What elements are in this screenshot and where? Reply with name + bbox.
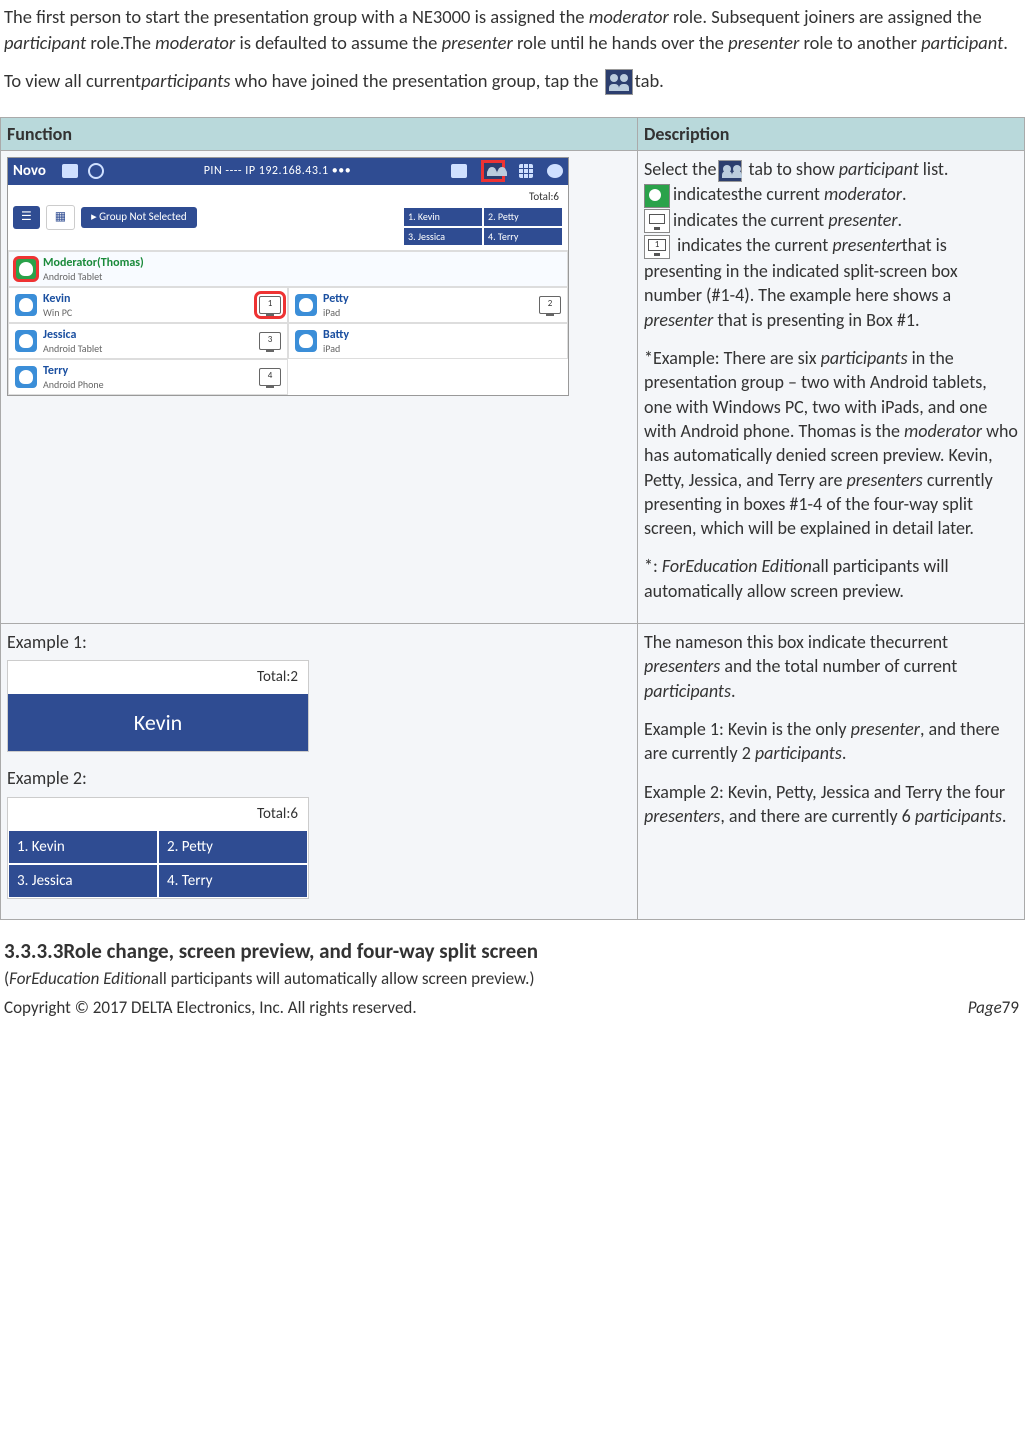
user-icon: [295, 294, 317, 316]
quad-cell-4: 4. Terry: [158, 864, 308, 898]
example2-total: Total:6: [8, 798, 308, 830]
th-function: Function: [1, 118, 638, 151]
th-description: Description: [638, 118, 1025, 151]
presenter-box1-icon-highlighted: [259, 296, 281, 314]
example1-label: Example 1:: [7, 630, 631, 654]
list-item[interactable]: BattyiPad: [288, 323, 568, 359]
text: The first person to start the presentati…: [4, 5, 589, 28]
user-icon: [15, 294, 37, 316]
novo-brand: Novo: [13, 161, 46, 181]
user-icon: [15, 366, 37, 388]
example2-box: Total:6 1. Kevin 2. Petty 3. Jessica 4. …: [7, 797, 309, 900]
moderator-legend-icon: [644, 184, 670, 208]
function-cell-2: Example 1: Total:2 Kevin Example 2: Tota…: [1, 624, 638, 920]
gear-icon: [547, 164, 563, 178]
mini-cell-3: 3. Jessica: [403, 227, 483, 247]
refresh-icon: [88, 163, 104, 179]
user-icon: [15, 330, 37, 352]
novo-toolbar: ☰ ▦ ▸ Group Not Selected Total:6 1. Kevi…: [8, 185, 568, 252]
copyright: Copyright © 2017 DELTA Electronics, Inc.…: [4, 997, 417, 1018]
participant-list: Moderator(Thomas)Android Tablet KevinWin…: [8, 251, 568, 395]
example2-label: Example 2:: [7, 766, 631, 790]
presenter-box2-icon: [539, 296, 561, 314]
quad-cell-1: 1. Kevin: [8, 830, 158, 864]
quad-cell-2: 2. Petty: [158, 830, 308, 864]
example1-total: Total:2: [8, 661, 308, 693]
novo-app-screenshot: Novo PIN ---- IP 192.168.43.1 ••• ☰ ▦ ▸ …: [7, 157, 569, 396]
participants-tab-icon: [605, 69, 633, 95]
pen-icon: [451, 164, 467, 178]
example1-box: Total:2 Kevin: [7, 660, 309, 752]
mini-cell-4: 4. Terry: [483, 227, 563, 247]
edu-note: (ForEducation Editionall participants wi…: [0, 968, 1025, 989]
presenter-legend-icon: [644, 209, 670, 233]
mini-cell-1: 1. Kevin: [403, 207, 483, 227]
mini-summary: Total:6 1. Kevin 2. Petty 3. Jessica 4. …: [403, 189, 563, 247]
pin-ip-text: PIN ---- IP 192.168.43.1 •••: [114, 163, 441, 179]
list-view-button[interactable]: ☰: [13, 206, 40, 228]
list-item[interactable]: PettyiPad: [288, 287, 568, 323]
participants-tab-icon: [718, 160, 742, 182]
group-select-button[interactable]: ▸ Group Not Selected: [81, 207, 197, 228]
list-item[interactable]: KevinWin PC: [8, 287, 288, 323]
example1-presenter: Kevin: [8, 694, 308, 752]
presenter-box4-icon: [259, 368, 281, 386]
page-footer: Copyright © 2017 DELTA Electronics, Inc.…: [0, 995, 1025, 1026]
description-cell-1: Select the tab to show participant list.…: [638, 151, 1025, 624]
intro-text: The first person to start the presentati…: [0, 4, 1025, 117]
em-moderator: moderator: [589, 5, 669, 28]
user-icon: [295, 330, 317, 352]
function-cell-1: Novo PIN ---- IP 192.168.43.1 ••• ☰ ▦ ▸ …: [1, 151, 638, 624]
quad-cell-3: 3. Jessica: [8, 864, 158, 898]
presenter-numbered-legend-icon: [644, 235, 670, 259]
description-cell-2: The nameson this box indicate thecurrent…: [638, 624, 1025, 920]
monitor-icon: [62, 164, 78, 178]
list-item[interactable]: Moderator(Thomas)Android Tablet: [8, 251, 568, 287]
list-item[interactable]: JessicaAndroid Tablet: [8, 323, 288, 359]
mini-cell-2: 2. Petty: [483, 207, 563, 227]
page-number: Page79: [968, 997, 1019, 1018]
section-heading: 3.3.3.3Role change, screen preview, and …: [4, 938, 1021, 964]
grid-view-button[interactable]: ▦: [46, 205, 75, 229]
presenter-box3-icon: [259, 332, 281, 350]
moderator-icon-highlighted: [15, 258, 37, 280]
function-description-table: Function Description Novo PIN ---- IP 19…: [0, 117, 1025, 920]
novo-top-bar: Novo PIN ---- IP 192.168.43.1 •••: [8, 158, 568, 184]
participants-tab-icon-highlighted[interactable]: [483, 162, 503, 180]
total-count: Total:6: [525, 189, 563, 206]
list-item[interactable]: TerryAndroid Phone: [8, 359, 288, 395]
grid-icon: [519, 164, 533, 178]
